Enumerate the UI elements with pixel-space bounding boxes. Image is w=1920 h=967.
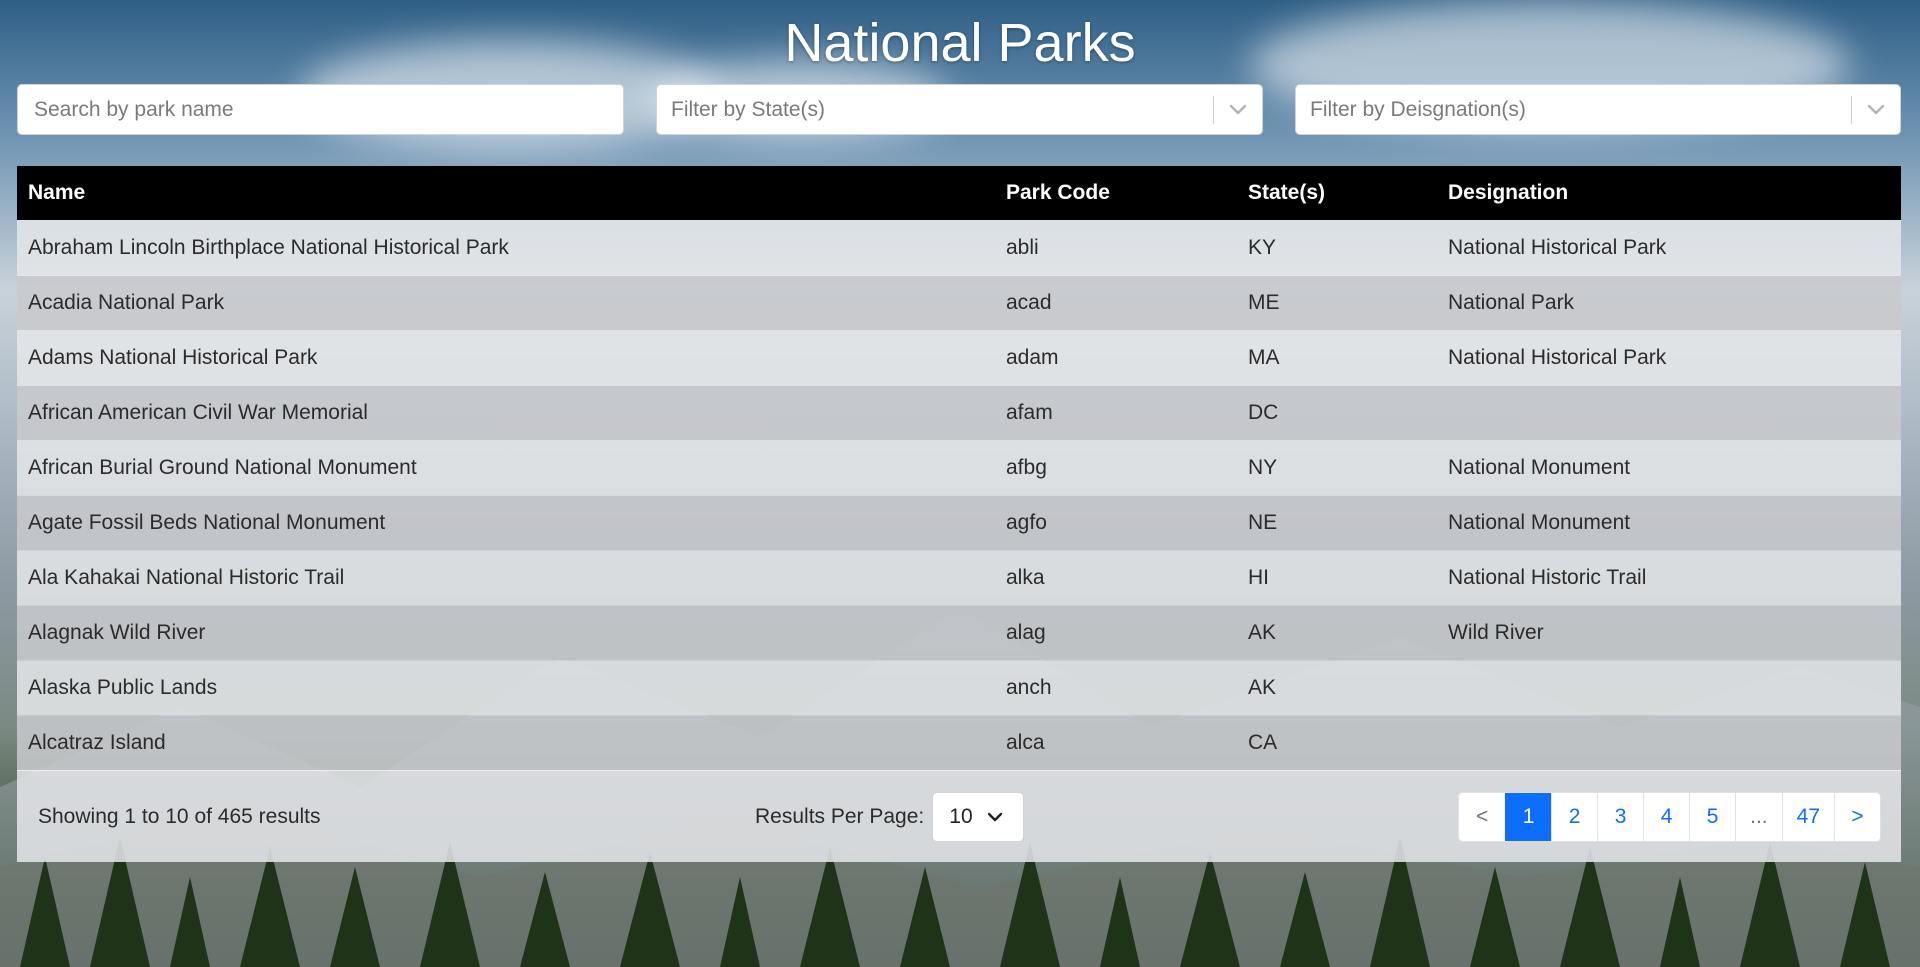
column-header-name[interactable]: Name bbox=[17, 166, 995, 220]
cell-states: DC bbox=[1248, 400, 1279, 424]
results-per-page: Results Per Page: 10 bbox=[755, 771, 1025, 863]
pagination-page-47[interactable]: 47 bbox=[1781, 793, 1834, 841]
pagination-page-2[interactable]: 2 bbox=[1551, 793, 1598, 841]
column-header-states[interactable]: State(s) bbox=[1237, 166, 1437, 220]
cell-name: Alcatraz Island bbox=[28, 730, 166, 754]
cell-states: AK bbox=[1248, 620, 1277, 644]
designation-filter-select[interactable]: Filter by Deisgnation(s) bbox=[1295, 84, 1901, 135]
cell-name: African American Civil War Memorial bbox=[28, 400, 368, 424]
cell-park-code: alka bbox=[1006, 565, 1045, 589]
cell-park-code: adam bbox=[1006, 345, 1059, 369]
cell-designation bbox=[1437, 385, 1901, 440]
table-row[interactable]: Alagnak Wild River alag AK Wild River bbox=[17, 605, 1901, 660]
cell-name: Alaska Public Lands bbox=[28, 675, 218, 699]
pagination-page-5[interactable]: 5 bbox=[1689, 793, 1736, 841]
pagination-page-4[interactable]: 4 bbox=[1643, 793, 1690, 841]
cell-name: Acadia National Park bbox=[28, 290, 225, 314]
cell-designation: National Monument bbox=[1448, 455, 1631, 479]
table-row[interactable]: Abraham Lincoln Birthplace National Hist… bbox=[17, 220, 1901, 275]
parks-table-container: Name Park Code State(s) Designation Abra… bbox=[17, 166, 1901, 862]
pagination-next-button[interactable]: > bbox=[1834, 793, 1880, 841]
chevron-down-icon[interactable] bbox=[1852, 85, 1900, 134]
table-row[interactable]: Alaska Public Lands anch AK bbox=[17, 660, 1901, 715]
cell-designation: Wild River bbox=[1448, 620, 1544, 644]
designation-filter-placeholder: Filter by Deisgnation(s) bbox=[1310, 97, 1526, 121]
pagination-page-3[interactable]: 3 bbox=[1597, 793, 1644, 841]
cell-park-code: alag bbox=[1006, 620, 1046, 644]
table-row[interactable]: Ala Kahakai National Historic Trail alka… bbox=[17, 550, 1901, 605]
column-header-designation[interactable]: Designation bbox=[1437, 166, 1901, 220]
cell-park-code: anch bbox=[1006, 675, 1052, 699]
cell-designation bbox=[1437, 660, 1901, 715]
cell-park-code: abli bbox=[1006, 235, 1039, 259]
cell-name: Ala Kahakai National Historic Trail bbox=[28, 565, 345, 589]
cell-states: AK bbox=[1248, 675, 1277, 699]
table-header-row: Name Park Code State(s) Designation bbox=[17, 166, 1901, 220]
chevron-down-icon[interactable] bbox=[1214, 85, 1262, 134]
cell-park-code: acad bbox=[1006, 290, 1052, 314]
state-filter-select[interactable]: Filter by State(s) bbox=[656, 84, 1263, 135]
cell-park-code: afam bbox=[1006, 400, 1053, 424]
cell-designation: National Historical Park bbox=[1448, 345, 1667, 369]
cell-park-code: alca bbox=[1006, 730, 1045, 754]
cell-states: NE bbox=[1248, 510, 1278, 534]
cell-park-code: agfo bbox=[1006, 510, 1047, 534]
cell-states: CA bbox=[1248, 730, 1278, 754]
cell-states: ME bbox=[1248, 290, 1280, 314]
cell-states: NY bbox=[1248, 455, 1278, 479]
table-footer: Showing 1 to 10 of 465 results Results P… bbox=[17, 770, 1901, 862]
cell-states: MA bbox=[1248, 345, 1280, 369]
cell-states: HI bbox=[1248, 565, 1269, 589]
column-header-park-code[interactable]: Park Code bbox=[995, 166, 1237, 220]
table-row[interactable]: Agate Fossil Beds National Monument agfo… bbox=[17, 495, 1901, 550]
table-row[interactable]: African Burial Ground National Monument … bbox=[17, 440, 1901, 495]
table-row[interactable]: Acadia National Park acad ME National Pa… bbox=[17, 275, 1901, 330]
cell-name: Alagnak Wild River bbox=[28, 620, 206, 644]
results-per-page-select[interactable]: 10 bbox=[932, 792, 1025, 842]
results-summary: Showing 1 to 10 of 465 results bbox=[38, 805, 321, 828]
cell-states: KY bbox=[1248, 235, 1277, 259]
table-row[interactable]: Adams National Historical Park adam MA N… bbox=[17, 330, 1901, 385]
cell-park-code: afbg bbox=[1006, 455, 1047, 479]
cell-designation: National Historic Trail bbox=[1448, 565, 1647, 589]
results-per-page-label: Results Per Page: bbox=[755, 805, 925, 828]
chevron-down-icon bbox=[987, 805, 1003, 829]
pagination-page-1[interactable]: 1 bbox=[1505, 793, 1552, 841]
pagination-ellipsis: ... bbox=[1735, 793, 1782, 841]
pagination: < 1 2 3 4 5 ... 47 > bbox=[1458, 792, 1881, 842]
cell-name: Abraham Lincoln Birthplace National Hist… bbox=[28, 235, 509, 259]
page-title: National Parks bbox=[784, 13, 1136, 73]
search-input[interactable] bbox=[18, 85, 623, 134]
pagination-prev-button[interactable]: < bbox=[1459, 793, 1506, 841]
parks-table: Name Park Code State(s) Designation Abra… bbox=[17, 166, 1901, 770]
table-row[interactable]: Alcatraz Island alca CA bbox=[17, 715, 1901, 770]
cell-designation bbox=[1437, 715, 1901, 770]
cell-name: African Burial Ground National Monument bbox=[28, 455, 417, 479]
cell-designation: National Park bbox=[1448, 290, 1575, 314]
cell-designation: National Monument bbox=[1448, 510, 1631, 534]
cell-designation: National Historical Park bbox=[1448, 235, 1667, 259]
cell-name: Agate Fossil Beds National Monument bbox=[28, 510, 386, 534]
table-row[interactable]: African American Civil War Memorial afam… bbox=[17, 385, 1901, 440]
search-box bbox=[17, 84, 624, 135]
cell-name: Adams National Historical Park bbox=[28, 345, 318, 369]
results-per-page-value: 10 bbox=[949, 805, 973, 828]
state-filter-placeholder: Filter by State(s) bbox=[671, 97, 826, 121]
